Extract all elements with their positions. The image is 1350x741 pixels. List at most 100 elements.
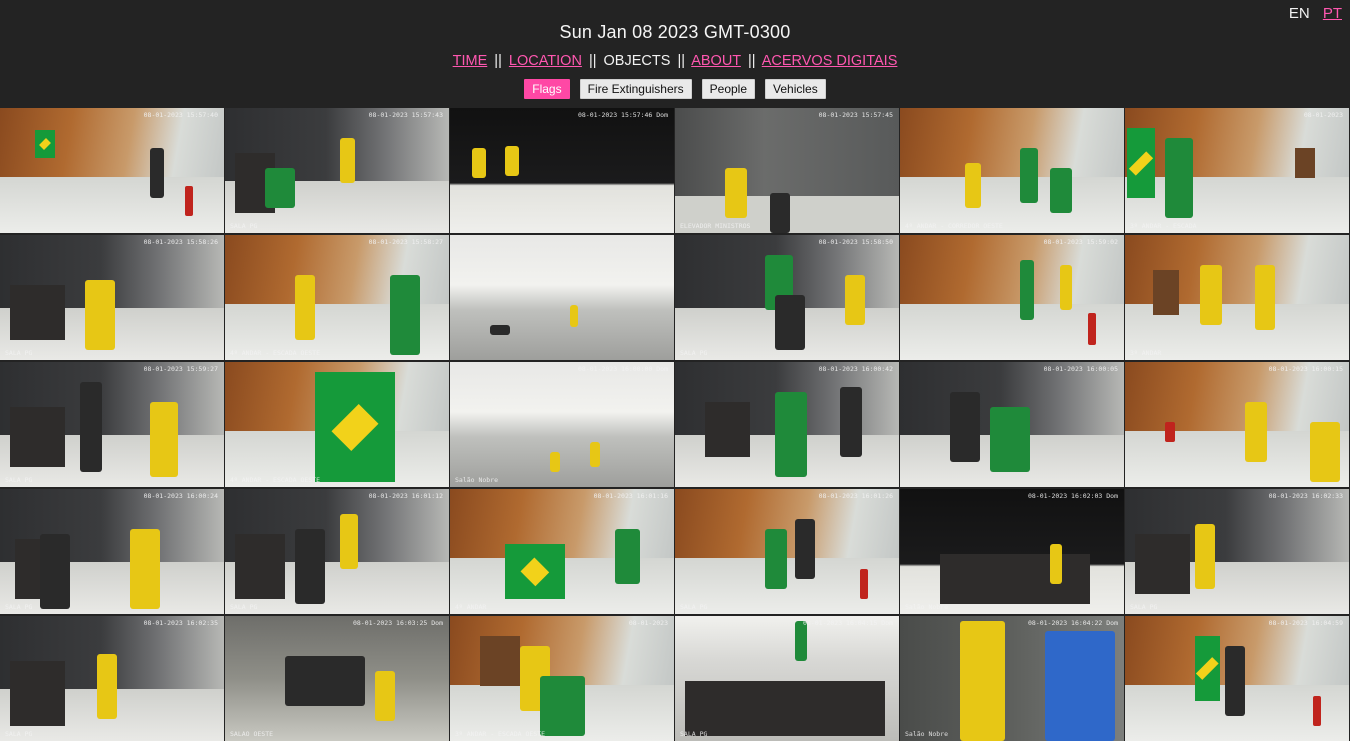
furniture-shape xyxy=(1295,148,1315,178)
brazil-flag-shape xyxy=(1127,128,1155,198)
desk-shape xyxy=(1135,534,1190,594)
furniture-shape xyxy=(1153,270,1179,315)
desk-shape xyxy=(940,554,1090,604)
camera-tile[interactable]: 08-01-2023 15:58:26SALA PG xyxy=(0,235,224,360)
person-shape xyxy=(1200,265,1222,325)
camera-location-label: Salão Nobre xyxy=(905,730,948,738)
person-shape xyxy=(1020,148,1038,203)
camera-timestamp: 08-01-2023 16:00:00 Dom xyxy=(578,365,668,373)
filter-people-button[interactable]: People xyxy=(702,79,755,99)
camera-tile[interactable]: 08-01-2023 15:57:46 Dom xyxy=(450,108,674,233)
camera-timestamp: 08-01-2023 15:58:27 xyxy=(369,238,443,246)
person-shape xyxy=(295,275,315,340)
camera-tile[interactable]: 08-01-2023 16:03:25 DomSALAO OESTE xyxy=(225,616,449,741)
camera-location-label: 4º ANDAR - ESCADA OESTE xyxy=(230,476,320,484)
camera-timestamp: 08-01-2023 16:04:15 Dom xyxy=(803,619,893,627)
person-shape xyxy=(1255,265,1275,330)
person-shape xyxy=(1060,265,1072,310)
camera-tile[interactable]: 08-01-2023 16:01:12SALA PG xyxy=(225,489,449,614)
camera-location-label: 3º ANDAR - ESCADA OESTE xyxy=(455,730,545,738)
camera-tile[interactable] xyxy=(450,235,674,360)
camera-timestamp: 08-01-2023 16:01:12 xyxy=(369,492,443,500)
person-shape xyxy=(505,146,519,176)
person-shape xyxy=(375,671,395,721)
person-shape xyxy=(390,275,420,355)
camera-timestamp: 08-01-2023 16:01:16 xyxy=(594,492,668,500)
person-shape xyxy=(490,325,510,335)
camera-tile[interactable]: 08-01-2023 15:59:02 xyxy=(900,235,1124,360)
camera-tile[interactable]: 08-01-2023 16:00:42 xyxy=(675,362,899,487)
filter-vehicles-button[interactable]: Vehicles xyxy=(765,79,826,99)
camera-tile[interactable]: 08-01-2023 15:57:45ELEVADOR MINISTROS xyxy=(675,108,899,233)
camera-timestamp: 08-01-2023 16:02:03 Dom xyxy=(1028,492,1118,500)
camera-tile[interactable]: 08-01-2023 15:57:40 xyxy=(0,108,224,233)
person-shape xyxy=(990,407,1030,472)
camera-location-label: ELEVADOR MINISTROS xyxy=(680,222,750,230)
fire-extinguisher-shape xyxy=(1313,696,1321,726)
person-shape xyxy=(840,387,862,457)
camera-tile[interactable]: 08-01-2023 15:58:50SALA PG xyxy=(675,235,899,360)
nav-time[interactable]: TIME xyxy=(453,53,488,69)
camera-location-label: 3º ANDAR - ESCADA xyxy=(1130,222,1197,230)
nav-acervos-digitais[interactable]: ACERVOS DIGITAIS xyxy=(762,53,898,69)
brazil-flag-shape xyxy=(505,544,565,599)
camera-location-label: Salão Nobre xyxy=(455,476,498,484)
camera-tile[interactable]: 08-01-2023 16:01:26SALA PG xyxy=(675,489,899,614)
camera-location-label: SALA PG xyxy=(680,730,707,738)
person-shape xyxy=(615,529,640,584)
nav-about[interactable]: ABOUT xyxy=(691,53,741,69)
camera-location-label: 3º ANDAR xyxy=(1130,349,1161,357)
camera-tile[interactable]: 4º ANDAR - ESCADA OESTE xyxy=(225,362,449,487)
camera-tile[interactable]: 08-01-2023 16:02:33SALA PG xyxy=(1125,489,1349,614)
person-shape xyxy=(295,529,325,604)
camera-tile[interactable]: 08-01-2023 15:58:274º ANDAR - ESCADA OES… xyxy=(225,235,449,360)
camera-timestamp: 08-01-2023 15:58:26 xyxy=(144,238,218,246)
filter-fire-extinguishers-button[interactable]: Fire Extinguishers xyxy=(580,79,692,99)
camera-tile[interactable]: 08-01-2023 16:00:15 xyxy=(1125,362,1349,487)
camera-tile[interactable]: 08-01-2023 16:00:00 Dom Salão Nobre xyxy=(450,362,674,487)
desk-shape xyxy=(10,661,65,726)
camera-tile[interactable]: 08-01-20233º ANDAR - ESCADA OESTE xyxy=(450,616,674,741)
camera-tile[interactable]: 08-01-2023 16:01:164º ANDAR xyxy=(450,489,674,614)
desk-shape xyxy=(705,402,750,457)
person-shape xyxy=(40,534,70,609)
person-shape xyxy=(550,452,560,472)
nav-separator: || xyxy=(491,53,505,69)
camera-timestamp: 08-01-2023 15:57:40 xyxy=(144,111,218,119)
person-shape xyxy=(725,168,747,218)
camera-tile[interactable]: 08-01-2023 16:04:15 Dom SALA PG xyxy=(675,616,899,741)
desk-shape xyxy=(10,285,65,340)
person-shape xyxy=(340,138,355,183)
person-shape xyxy=(775,295,805,350)
person-shape xyxy=(845,275,865,325)
person-shape xyxy=(80,382,102,472)
filter-flags-button[interactable]: Flags xyxy=(524,79,569,99)
nav-separator: || xyxy=(674,53,688,69)
camera-tile[interactable]: 08-01-2023 15:57:43SALA PG xyxy=(225,108,449,233)
camera-tile[interactable]: 08-01-2023 16:04:59 xyxy=(1125,616,1349,741)
person-shape xyxy=(1050,168,1072,213)
person-shape xyxy=(540,676,585,736)
camera-tile[interactable]: 08-01-2023 15:59:27SALA PG xyxy=(0,362,224,487)
nav-separator: || xyxy=(745,53,759,69)
camera-tile[interactable]: 08-01-2023 3º ANDAR - ESCADA xyxy=(1125,108,1349,233)
person-shape xyxy=(1045,631,1115,741)
camera-timestamp: 08-01-2023 xyxy=(1304,111,1343,119)
camera-timestamp: 08-01-2023 16:00:15 xyxy=(1269,365,1343,373)
camera-tile[interactable]: 08-01-2023 16:02:35SALA PG xyxy=(0,616,224,741)
camera-tile[interactable]: 3º ANDAR xyxy=(1125,235,1349,360)
camera-tile[interactable]: 08-01-2023 16:00:05 xyxy=(900,362,1124,487)
camera-tile[interactable]: 4º ANDAR - CORREDOR OESTE xyxy=(900,108,1124,233)
person-shape xyxy=(1195,524,1215,589)
camera-location-label: Salão Nobre xyxy=(905,603,948,611)
desk-shape xyxy=(235,534,285,599)
camera-tile[interactable]: 08-01-2023 16:02:03 Dom Salão Nobre xyxy=(900,489,1124,614)
camera-timestamp: 08-01-2023 16:02:35 xyxy=(144,619,218,627)
camera-timestamp: 08-01-2023 16:00:24 xyxy=(144,492,218,500)
person-shape xyxy=(965,163,981,208)
nav-location[interactable]: LOCATION xyxy=(509,53,582,69)
fire-extinguisher-shape xyxy=(1088,313,1096,345)
person-shape xyxy=(795,519,815,579)
camera-tile[interactable]: 08-01-2023 16:00:24SALA PG xyxy=(0,489,224,614)
camera-tile[interactable]: 08-01-2023 16:04:22 DomSalão Nobre xyxy=(900,616,1124,741)
